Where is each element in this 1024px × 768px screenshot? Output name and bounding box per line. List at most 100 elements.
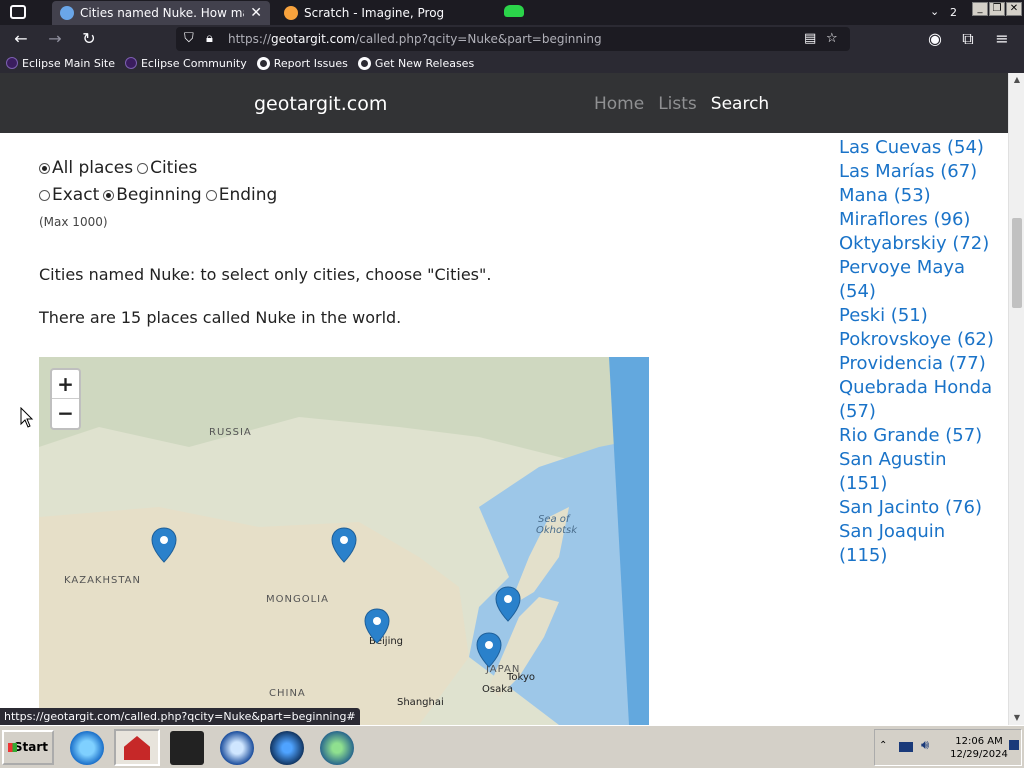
map-label-china: CHINA: [269, 688, 306, 699]
map-label-kazakhstan: KAZAKHSTAN: [64, 575, 141, 586]
eclipse-icon: [6, 57, 18, 69]
zoom-in-button[interactable]: +: [52, 370, 79, 399]
list-item[interactable]: San Agustin (151): [839, 448, 999, 496]
places-list: Las Cuevas (54) Las Marías (67) Mana (53…: [839, 136, 999, 568]
scroll-up-icon[interactable]: ▲: [1009, 73, 1024, 87]
list-item[interactable]: Las Cuevas (54): [839, 136, 999, 160]
tray-expand-icon[interactable]: ⌃: [879, 740, 887, 751]
lock-icon[interactable]: 🔒︎: [206, 27, 213, 51]
bookmarks-bar: Eclipse Main Site Eclipse Community Repo…: [0, 53, 1024, 73]
media-player-icon[interactable]: [220, 731, 254, 765]
nav-home[interactable]: Home: [594, 94, 644, 114]
map-zoom-control: + −: [50, 368, 81, 430]
list-item[interactable]: Pervoye Maya (54): [839, 256, 999, 304]
start-button[interactable]: Start: [2, 730, 54, 765]
radio-all-places[interactable]: [39, 162, 50, 174]
list-item[interactable]: Peski (51): [839, 304, 999, 328]
url-host: geotargit.com: [271, 32, 356, 46]
bookmark-report-issues[interactable]: Report Issues: [256, 56, 348, 70]
minimize-icon[interactable]: _: [972, 2, 988, 16]
map-city-shanghai: Shanghai: [397, 697, 444, 708]
network-globe-icon[interactable]: [320, 731, 354, 765]
restore-icon[interactable]: ❐: [989, 2, 1005, 16]
github-icon: [357, 56, 371, 70]
map-label-russia: RUSSIA: [209, 427, 252, 438]
tab-scratch[interactable]: Scratch - Imagine, Prog: [276, 1, 456, 25]
bookmark-label: Get New Releases: [374, 56, 475, 70]
list-item[interactable]: Miraflores (96): [839, 208, 999, 232]
label-all-places: All places: [52, 158, 134, 178]
bookmark-star-icon[interactable]: ☆: [826, 27, 838, 51]
radio-exact[interactable]: [39, 189, 50, 201]
status-url: https://geotargit.com/called.php?qcity=N…: [0, 708, 360, 725]
cities-note: Cities named Nuke: to select only cities…: [39, 265, 492, 284]
page-scrollbar[interactable]: ▲ ▼: [1008, 73, 1024, 725]
start-label: Start: [13, 740, 48, 754]
tab-overflow-chevron-icon[interactable]: ⌄: [930, 5, 939, 18]
browser-nav-bar: ← → ↻ ⛉ 🔒︎ https://geotargit.com/called.…: [0, 25, 1024, 53]
globe-app-icon[interactable]: [270, 731, 304, 765]
list-item[interactable]: Las Marías (67): [839, 160, 999, 184]
active-app-icon[interactable]: [114, 729, 160, 766]
list-item[interactable]: Providencia (77): [839, 352, 999, 376]
clock-time: 12:06 AM: [955, 736, 1003, 747]
list-item[interactable]: Quebrada Honda (57): [839, 376, 999, 424]
list-item[interactable]: Pokrovskoye (62): [839, 328, 999, 352]
tab-title: Scratch - Imagine, Prog: [304, 6, 445, 20]
extensions-icon[interactable]: ⧉: [957, 29, 979, 49]
radio-beginning[interactable]: [103, 189, 115, 201]
menu-icon[interactable]: ≡: [991, 29, 1013, 49]
label-beginning: Beginning: [116, 185, 202, 205]
places-count: There are 15 places called Nuke in the w…: [39, 308, 402, 327]
list-item[interactable]: San Jacinto (76): [839, 496, 999, 520]
close-window-icon[interactable]: ✕: [1006, 2, 1022, 16]
browser-tab-bar: Cities named Nuke. How many plac ✕ Scrat…: [0, 0, 1024, 25]
results-map[interactable]: + − RUSSIA KAZAKHSTAN MONGOLIA CHINA JAP…: [39, 357, 649, 725]
site-header: geotargit.com Home Lists Search: [0, 73, 1008, 133]
globe-favicon-icon: [60, 6, 74, 20]
list-item[interactable]: Rio Grande (57): [839, 424, 999, 448]
volume-icon[interactable]: 🔊︎: [921, 738, 929, 753]
web-page: geotargit.com Home Lists Search All plac…: [0, 73, 1008, 725]
list-item[interactable]: Oktyabrskiy (72): [839, 232, 999, 256]
scroll-down-icon[interactable]: ▼: [1009, 711, 1024, 725]
close-tab-icon[interactable]: ✕: [250, 5, 262, 21]
nav-lists[interactable]: Lists: [658, 94, 697, 114]
reader-view-icon[interactable]: ▤: [804, 27, 816, 51]
map-background: [39, 357, 649, 725]
scrollbar-thumb[interactable]: [1012, 218, 1022, 308]
nav-search[interactable]: Search: [711, 94, 769, 114]
bookmark-eclipse-community[interactable]: Eclipse Community: [124, 57, 247, 70]
url-bar[interactable]: ⛉ 🔒︎ https://geotargit.com/called.php?qc…: [176, 27, 850, 51]
radio-ending[interactable]: [205, 189, 217, 201]
reload-icon[interactable]: ↻: [78, 29, 100, 49]
bookmark-get-new-releases[interactable]: Get New Releases: [357, 56, 475, 70]
url-prefix: https://: [228, 32, 272, 46]
account-icon[interactable]: ◉: [924, 29, 946, 49]
url-path: /called.php?qcity=Nuke&part=beginning: [355, 32, 602, 46]
map-city-osaka: Osaka: [482, 684, 513, 695]
site-nav: Home Lists Search: [594, 94, 769, 114]
terminal-icon[interactable]: [170, 731, 204, 765]
clock[interactable]: 12:06 AM 12/29/2024: [947, 735, 1011, 761]
list-item[interactable]: Mana (53): [839, 184, 999, 208]
windows-flag-icon: [8, 743, 17, 752]
label-ending: Ending: [218, 185, 278, 205]
bookmark-eclipse-main[interactable]: Eclipse Main Site: [6, 57, 115, 70]
list-item[interactable]: San Joaquin (115): [839, 520, 999, 568]
internet-explorer-icon[interactable]: [70, 731, 104, 765]
show-desktop-icon[interactable]: [1009, 740, 1019, 750]
clock-date: 12/29/2024: [950, 749, 1008, 760]
sea-label-line: Okhotsk: [536, 525, 578, 536]
radio-cities[interactable]: [137, 162, 149, 174]
site-brand[interactable]: geotargit.com: [254, 93, 387, 115]
zoom-out-button[interactable]: −: [52, 399, 79, 428]
max-note: (Max 1000): [39, 215, 108, 229]
forward-icon[interactable]: →: [44, 29, 66, 49]
bookmark-label: Eclipse Main Site: [22, 56, 115, 70]
back-icon[interactable]: ←: [10, 29, 32, 49]
display-icon[interactable]: [899, 742, 913, 752]
tab-active[interactable]: Cities named Nuke. How many plac ✕: [52, 1, 270, 25]
shield-icon[interactable]: ⛉: [184, 27, 194, 51]
tab-list-icon[interactable]: [10, 5, 26, 19]
